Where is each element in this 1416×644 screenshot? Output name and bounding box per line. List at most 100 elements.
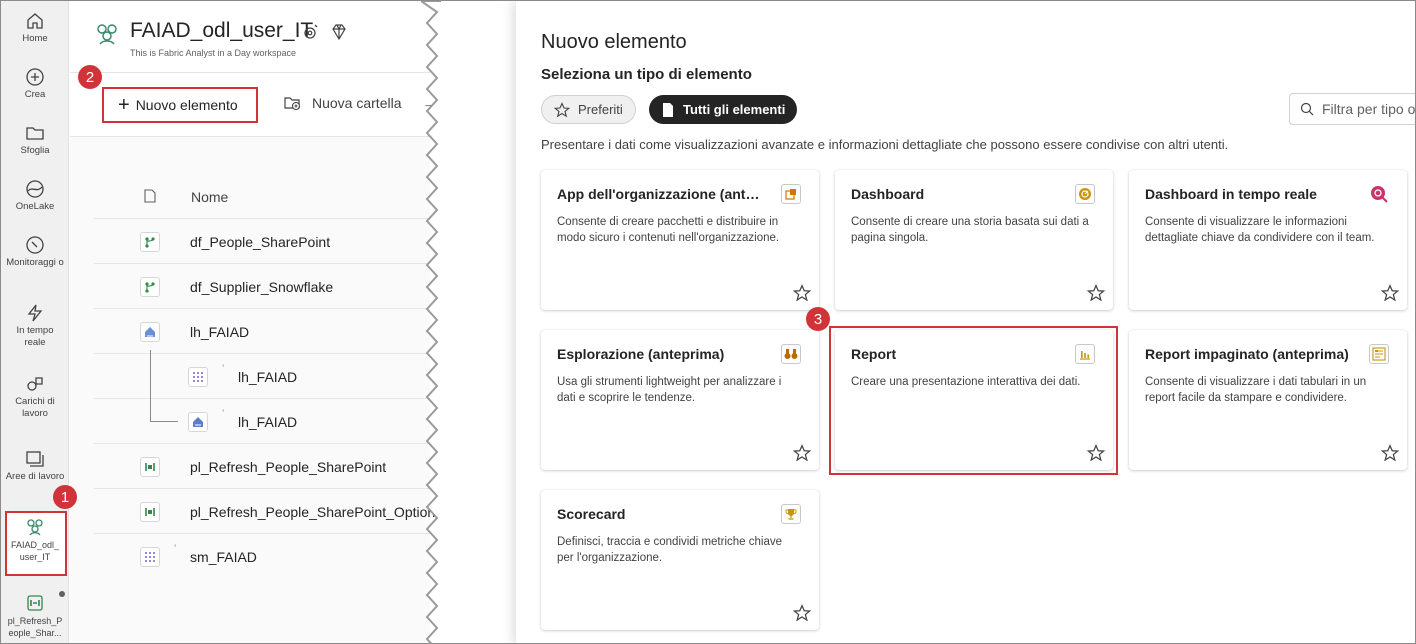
favorite-star-icon[interactable] [1381, 444, 1399, 462]
tick-mark-icon: ʼ [174, 544, 177, 555]
rail-home-label: Home [22, 33, 48, 44]
tick-mark-icon: ʼ [222, 364, 225, 375]
folder-icon [26, 127, 44, 140]
new-folder-button[interactable]: Nuova cartella [284, 95, 402, 111]
rail-create[interactable]: Crea [1, 67, 69, 101]
tree-connector [150, 395, 151, 421]
tree-connector-horizontal [150, 421, 178, 422]
callout-step-1: 1 [53, 485, 77, 509]
new-item-button[interactable]: + Nuovo elemento [102, 87, 258, 123]
card-title: App dell'organizzazione (anteprima) [557, 186, 767, 202]
favorite-star-icon[interactable] [793, 444, 811, 462]
rail-realtime[interactable]: In tempo reale [1, 303, 69, 349]
tab-all-items[interactable]: Tutti gli elementi [649, 95, 798, 124]
list-item-name: df_People_SharePoint [190, 234, 331, 250]
pipeline-icon [27, 595, 43, 611]
card-title: Report impaginato (anteprima) [1145, 346, 1349, 362]
list-item[interactable]: pl_Refresh_People_SharePoint_Option2 [94, 489, 443, 534]
list-item[interactable]: ʼ sm_FAIAD [94, 534, 430, 579]
card-title: Scorecard [557, 506, 626, 522]
unsaved-dot [59, 591, 65, 597]
favorite-star-icon[interactable] [1087, 284, 1105, 302]
card-realtime-dashboard[interactable]: Dashboard in tempo reale Consente di vis… [1129, 170, 1407, 310]
workspace-group-icon [27, 519, 43, 536]
dataflow-icon [140, 232, 160, 252]
lightning-icon [27, 304, 43, 322]
list-item-name: pl_Refresh_People_SharePoint [190, 459, 387, 475]
callout-step-2: 2 [78, 65, 102, 89]
rail-workloads[interactable]: Carichi di lavoro [1, 374, 69, 420]
new-folder-label: Nuova cartella [312, 95, 402, 111]
workspace-title-icons [302, 23, 348, 41]
trophy-icon [781, 504, 801, 524]
plus-icon: + [118, 94, 130, 116]
list-item-name: lh_FAIAD [238, 414, 298, 430]
rail-pipeline[interactable]: pl_Refresh_P eople_Shar... [1, 593, 69, 639]
app-frame: Home Crea Sfoglia OneLake Monitoraggi o … [0, 0, 1416, 644]
rail-current-workspace-label: FAIAD_odl_ user_IT [10, 540, 60, 562]
favorite-star-icon[interactable] [793, 604, 811, 622]
workloads-icon [27, 377, 43, 391]
card-org-app[interactable]: App dell'organizzazione (anteprima) Cons… [541, 170, 819, 310]
rail-workspaces[interactable]: Aree di lavoro [1, 449, 69, 483]
list-item-name: pl_Refresh_People_SharePoint_Option2 [190, 504, 443, 520]
card-title: Dashboard in tempo reale [1145, 186, 1317, 202]
list-item[interactable]: ʼ lh_FAIAD [94, 350, 430, 402]
list-item[interactable]: ʼ lh_FAIAD [94, 395, 430, 444]
list-item-name: lh_FAIAD [190, 324, 250, 340]
monitor-icon [26, 236, 44, 254]
card-paginated-report[interactable]: Report impaginato (anteprima) Consente d… [1129, 330, 1407, 470]
panel-subtitle: Seleziona un tipo di elemento [541, 66, 752, 83]
list-header-name[interactable]: Nome [191, 189, 228, 205]
new-item-label: Nuovo elemento [135, 97, 238, 113]
search-icon [1300, 102, 1314, 116]
semantic-model-icon [188, 367, 208, 387]
onelake-icon [26, 180, 44, 198]
card-dashboard[interactable]: Dashboard Consente di creare una storia … [835, 170, 1113, 310]
tab-favorites[interactable]: Preferiti [541, 95, 636, 124]
rail-home[interactable]: Home [1, 11, 69, 45]
document-filled-icon [663, 102, 673, 117]
list-item[interactable]: lh_FAIAD [94, 309, 430, 354]
gap-background [441, 1, 517, 643]
card-description: Consente di visualizzare i dati tabulari… [1145, 376, 1367, 404]
report-card-highlight [829, 326, 1118, 475]
list-item-name: sm_FAIAD [190, 549, 257, 565]
rail-pipeline-label: pl_Refresh_P eople_Shar... [7, 616, 63, 638]
tab-all-items-label: Tutti gli elementi [683, 102, 786, 117]
rail-current-workspace[interactable]: FAIAD_odl_ user_IT [1, 517, 69, 563]
card-exploration[interactable]: Esplorazione (anteprima) Usa gli strumen… [541, 330, 819, 470]
favorite-star-icon[interactable] [1381, 284, 1399, 302]
paginated-report-icon [1369, 344, 1389, 364]
card-scorecard[interactable]: Scorecard Definisci, traccia e condividi… [541, 490, 819, 630]
workspace-settings-icon[interactable] [302, 23, 320, 41]
binoculars-icon [781, 344, 801, 364]
favorite-star-icon[interactable] [793, 284, 811, 302]
filter-placeholder: Filtra per tipo o [1322, 101, 1416, 117]
list-item[interactable]: df_People_SharePoint [94, 219, 430, 264]
org-app-icon [781, 184, 801, 204]
left-nav-rail: Home Crea Sfoglia OneLake Monitoraggi o … [1, 1, 69, 643]
card-description: Usa gli strumenti lightweight per analiz… [557, 376, 782, 404]
rail-browse-label: Sfoglia [20, 145, 50, 156]
rail-monitor-label: Monitoraggi o [6, 257, 64, 268]
new-item-panel: Nuovo elemento Seleziona un tipo di elem… [516, 1, 1416, 643]
panel-description: Presentare i dati come visualizzazioni a… [541, 137, 1229, 152]
rail-browse[interactable]: Sfoglia [1, 123, 69, 157]
card-description: Consente di creare pacchetti e distribui… [557, 216, 780, 244]
list-item-name: df_Supplier_Snowflake [190, 279, 334, 295]
home-icon [27, 13, 43, 29]
semantic-model-icon [140, 547, 160, 567]
dashboard-icon [1075, 184, 1095, 204]
new-folder-icon [284, 97, 301, 111]
rail-onelake[interactable]: OneLake [1, 179, 69, 213]
filter-input[interactable]: Filtra per tipo o [1289, 93, 1416, 125]
card-description: Definisci, traccia e condividi metriche … [557, 536, 782, 564]
list-item[interactable]: df_Supplier_Snowflake [94, 264, 430, 309]
pipeline-icon [140, 457, 160, 477]
list-item[interactable]: pl_Refresh_People_SharePoint [94, 444, 430, 489]
callout-step-3: 3 [806, 307, 830, 331]
premium-diamond-icon [332, 24, 346, 41]
workspace-header: FAIAD_odl_user_IT This is Fabric Analyst… [70, 1, 430, 73]
rail-monitor[interactable]: Monitoraggi o [1, 235, 69, 269]
